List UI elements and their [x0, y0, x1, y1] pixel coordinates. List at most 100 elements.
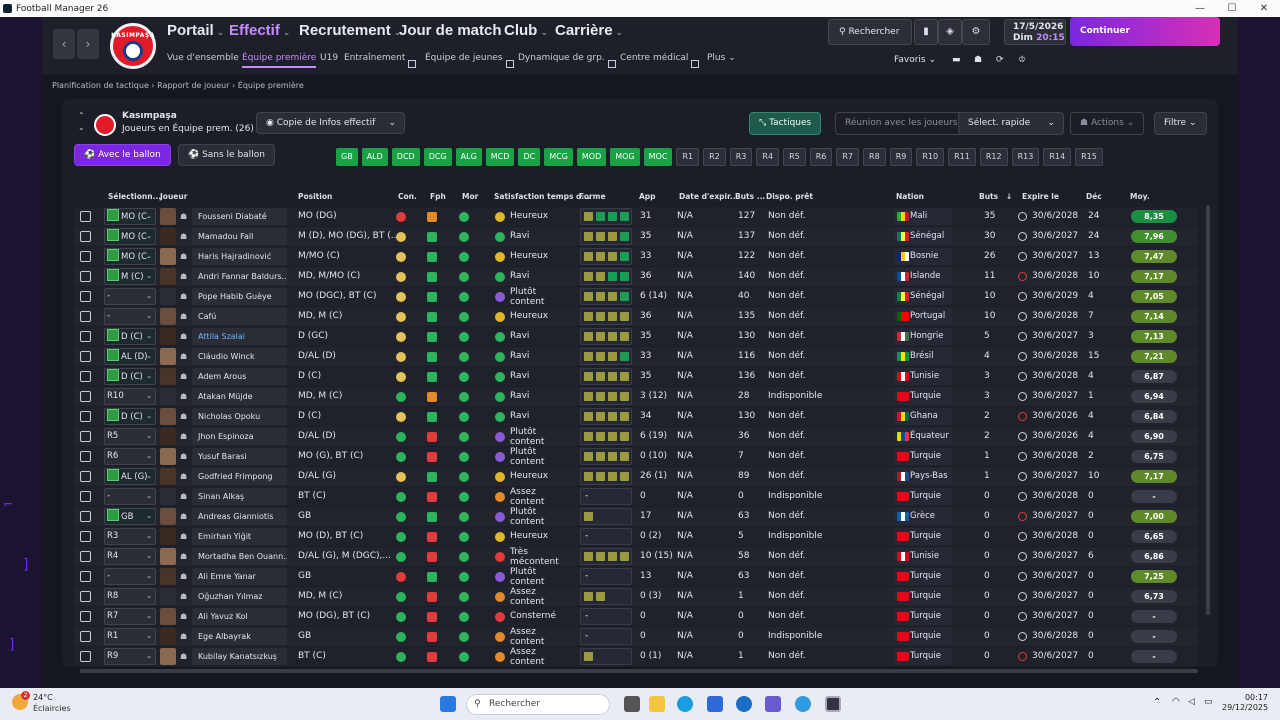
- col-con[interactable]: Con.: [398, 192, 417, 201]
- player-name[interactable]: Ali Emre Yanar: [192, 568, 287, 585]
- nav-effectif[interactable]: Effectif ⌄: [229, 22, 290, 39]
- col-app[interactable]: App: [639, 192, 656, 201]
- row-checkbox[interactable]: [80, 291, 91, 302]
- selection-dropdown[interactable]: GB ⌄: [104, 508, 156, 525]
- player-name[interactable]: Sinan Alkaş: [192, 488, 287, 505]
- player-name[interactable]: Mortadha Ben Ouann...: [192, 548, 287, 565]
- row-checkbox[interactable]: [80, 571, 91, 582]
- with-ball-button[interactable]: ⚽ Avec le ballon: [74, 144, 171, 166]
- subnav-dynamique[interactable]: Dynamique de grp.e: [518, 53, 616, 68]
- battery-icon[interactable]: ▭: [1204, 697, 1213, 707]
- table-row[interactable]: D (C) ⌄ ☗ Attila Szalai D (GC) Ravi 35 N/A 130 No…: [74, 327, 1198, 346]
- subnav-plus[interactable]: Plus ⌄: [707, 53, 736, 63]
- reserve-tag[interactable]: R6: [809, 148, 833, 166]
- row-checkbox[interactable]: [80, 351, 91, 362]
- row-checkbox[interactable]: [80, 551, 91, 562]
- table-row[interactable]: D (C) ⌄ ☗ Adem Arous D (C) Ravi 35 N/A 136 Non dé…: [74, 367, 1198, 386]
- reserve-tag[interactable]: R14: [1043, 148, 1072, 166]
- nation-cell[interactable]: Pays-Bas: [894, 468, 952, 485]
- subnav-entrainement[interactable]: Entraînemente: [344, 53, 417, 68]
- reserve-tag[interactable]: R4: [756, 148, 780, 166]
- table-row[interactable]: - ⌄ ☗ Sinan Alkaş BT (C) Assez content - 0 N/A 0 I…: [74, 487, 1198, 507]
- nav-recrutement[interactable]: Recrutement ⌄: [299, 22, 401, 39]
- windows-start-icon[interactable]: [440, 696, 456, 712]
- col-buts-carriere[interactable]: Buts ...: [735, 192, 765, 201]
- hp-icon[interactable]: [736, 696, 752, 712]
- collapse-up-icon[interactable]: ⌃: [78, 111, 85, 120]
- player-name[interactable]: Atakan Müjde: [192, 388, 287, 405]
- row-checkbox[interactable]: [80, 471, 91, 482]
- reserve-tag[interactable]: R3: [729, 148, 753, 166]
- close-button[interactable]: ✕: [1248, 0, 1280, 17]
- position-tag[interactable]: DCD: [391, 148, 420, 166]
- forward-button[interactable]: ›: [77, 29, 99, 59]
- position-tag[interactable]: DCG: [423, 148, 452, 166]
- selection-dropdown[interactable]: D (C) ⌄: [104, 328, 156, 345]
- selection-dropdown[interactable]: M (C) ⌄: [104, 268, 156, 285]
- nav-carriere[interactable]: Carrière ⌄: [555, 22, 623, 39]
- row-checkbox[interactable]: [80, 611, 91, 622]
- wifi-icon[interactable]: ◠: [1172, 697, 1180, 707]
- taskbar-clock[interactable]: 00:17 29/12/2025: [1222, 693, 1268, 713]
- subnav-equipe-jeunes[interactable]: Équipe de jeunese: [425, 53, 514, 68]
- search-button[interactable]: ⚲ Rechercher: [828, 19, 912, 45]
- reserve-tag[interactable]: R7: [836, 148, 860, 166]
- selection-dropdown[interactable]: R3 ⌄: [104, 528, 156, 545]
- position-tag[interactable]: MCG: [544, 148, 573, 166]
- selection-dropdown[interactable]: - ⌄: [104, 288, 156, 305]
- nation-cell[interactable]: Sénégal: [894, 288, 952, 305]
- selection-dropdown[interactable]: MO (C ⌄: [104, 248, 156, 265]
- subnav-u19[interactable]: U19: [320, 53, 338, 63]
- col-joueur[interactable]: Joueur: [160, 192, 187, 201]
- nation-cell[interactable]: Hongrie: [894, 328, 952, 345]
- reserve-tag[interactable]: R10: [916, 148, 945, 166]
- collapse-down-icon[interactable]: ⌄: [78, 123, 85, 132]
- row-checkbox[interactable]: [80, 271, 91, 282]
- row-checkbox[interactable]: [80, 331, 91, 342]
- player-name[interactable]: Andreas Gianniotis: [192, 508, 287, 525]
- table-row[interactable]: MO (C ⌄ ☗ Mamadou Fall M (D), MO (DG), BT (.…: [74, 227, 1198, 246]
- nation-cell[interactable]: Bosnie: [894, 248, 952, 265]
- nation-cell[interactable]: Turquie: [894, 528, 952, 545]
- col-moy[interactable]: Moy.: [1130, 192, 1150, 201]
- table-row[interactable]: AL (G) ⌄ ☗ Godfried Frimpong D/AL (G) Heureux…: [74, 467, 1198, 486]
- table-row[interactable]: R9 ⌄ ☗ Kubilay Kanatsızkuş BT (C) Assez conte…: [74, 647, 1198, 667]
- row-checkbox[interactable]: [80, 631, 91, 642]
- selection-dropdown[interactable]: R10 ⌄: [104, 388, 156, 405]
- col-forme[interactable]: Forme: [579, 192, 606, 201]
- player-name[interactable]: Ege Albayrak: [192, 628, 287, 645]
- taskbar-search-input[interactable]: ⚲ Rechercher: [466, 694, 610, 715]
- selection-dropdown[interactable]: R1 ⌄: [104, 628, 156, 645]
- help-icon[interactable]: [795, 696, 811, 712]
- row-checkbox[interactable]: [80, 211, 91, 222]
- player-name[interactable]: Ali Yavuz Kol: [192, 608, 287, 625]
- vertical-scrollbar[interactable]: [1206, 205, 1210, 615]
- nation-cell[interactable]: Turquie: [894, 648, 952, 665]
- row-checkbox[interactable]: [80, 511, 91, 522]
- table-row[interactable]: GB ⌄ ☗ Andreas Gianniotis GB Plutôt content 17…: [74, 507, 1198, 527]
- table-row[interactable]: R5 ⌄ ☗ Jhon Espinoza D/AL (D) Plutôt content 6…: [74, 427, 1198, 447]
- actions-dropdown[interactable]: ☗ Actions ⌄: [1070, 112, 1145, 135]
- player-name[interactable]: Cafú: [192, 308, 287, 325]
- row-checkbox[interactable]: [80, 451, 91, 462]
- table-row[interactable]: - ⌄ ☗ Cafú MD, M (C) Heureux 36 N/A 135 Non déf. P…: [74, 307, 1198, 326]
- store-icon[interactable]: [707, 696, 723, 712]
- player-name[interactable]: Attila Szalai: [192, 328, 287, 345]
- selection-dropdown[interactable]: R4 ⌄: [104, 548, 156, 565]
- reserve-tag[interactable]: R5: [783, 148, 806, 166]
- player-name[interactable]: Oğuzhan Yılmaz: [192, 588, 287, 605]
- position-tag[interactable]: MCD: [485, 148, 515, 166]
- selection-dropdown[interactable]: AL (G) ⌄: [104, 468, 156, 485]
- table-row[interactable]: R7 ⌄ ☗ Ali Yavuz Kol MO (DG), BT (C) Constern…: [74, 607, 1198, 626]
- trophy-icon[interactable]: ♔: [1018, 55, 1026, 65]
- select-rapide-dropdown[interactable]: Sélect. rapide ⌄: [958, 112, 1064, 135]
- player-name[interactable]: Fousseni Diabaté: [192, 208, 287, 225]
- table-row[interactable]: R10 ⌄ ☗ Atakan Müjde MD, M (C) Ravi 3 (12) N/A 2…: [74, 387, 1198, 406]
- position-tag[interactable]: ALG: [455, 148, 482, 166]
- row-checkbox[interactable]: [80, 251, 91, 262]
- col-expire-le[interactable]: Expire le: [1022, 192, 1059, 201]
- nation-cell[interactable]: Sénégal: [894, 228, 952, 245]
- breadcrumb-item[interactable]: Rapport de joueur: [157, 81, 229, 90]
- nation-cell[interactable]: Turquie: [894, 488, 952, 505]
- reserve-tag[interactable]: R8: [863, 148, 886, 166]
